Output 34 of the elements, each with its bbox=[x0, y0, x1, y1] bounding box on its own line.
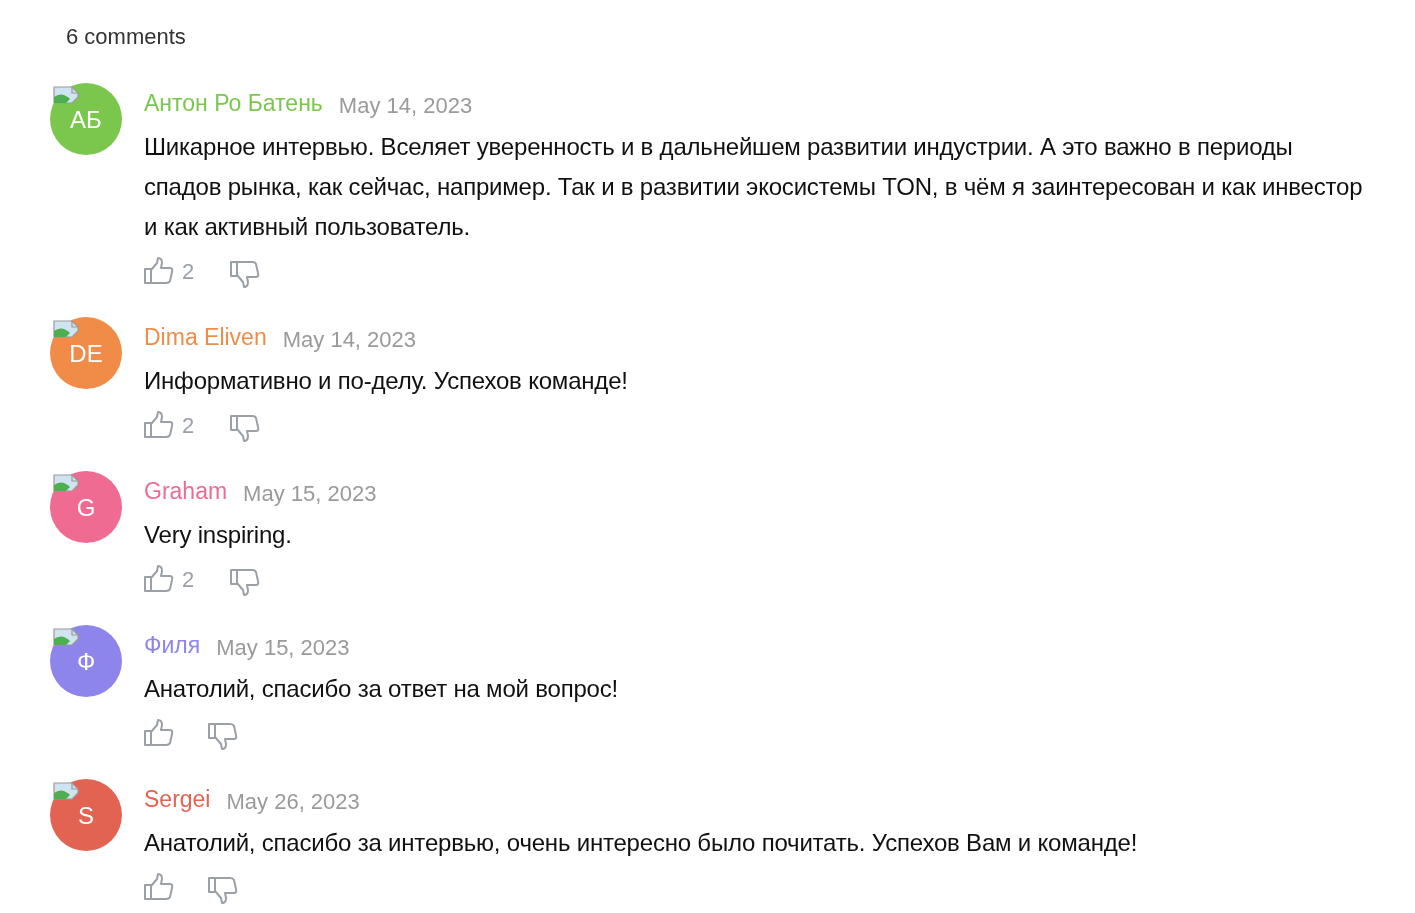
thumbs-up-icon[interactable] bbox=[144, 719, 174, 747]
comments-count: 6 comments bbox=[66, 22, 186, 51]
author-name[interactable]: Антон Ро Батень bbox=[144, 85, 323, 121]
author-name[interactable]: Graham bbox=[144, 473, 228, 509]
thumbs-up-icon[interactable] bbox=[144, 411, 174, 439]
avatar-initials: G bbox=[76, 493, 96, 523]
author-name[interactable]: Dima Eliven bbox=[144, 319, 267, 355]
avatar-initials: АБ bbox=[70, 105, 102, 135]
comment-date: May 14, 2023 bbox=[338, 91, 473, 120]
comment-date: May 15, 2023 bbox=[216, 633, 350, 662]
comment-text: Анатолий, спасибо за ответ на мой вопрос! bbox=[144, 674, 618, 704]
like-count: 2 bbox=[182, 257, 195, 286]
thumbs-down-icon[interactable] bbox=[208, 722, 238, 750]
comment-date: May 26, 2023 bbox=[226, 787, 360, 816]
like-count: 2 bbox=[182, 411, 195, 440]
comment-text: Анатолий, спасибо за интервью, очень интересно было почитать. Успехов Вам и команде! bbox=[144, 828, 1138, 858]
thumbs-down-icon[interactable] bbox=[230, 568, 261, 596]
thumbs-up-icon[interactable] bbox=[144, 257, 174, 285]
avatar-initials: Ф bbox=[76, 647, 96, 677]
avatar-initials: S bbox=[78, 801, 94, 831]
thumbs-down-icon[interactable] bbox=[208, 876, 238, 904]
author-name[interactable]: Филя bbox=[144, 627, 201, 663]
like-count: 2 bbox=[182, 565, 195, 594]
thumbs-up-icon[interactable] bbox=[144, 873, 174, 901]
avatar-initials: DE bbox=[69, 339, 103, 369]
author-name[interactable]: Sergei bbox=[144, 781, 211, 817]
comment-date: May 15, 2023 bbox=[243, 479, 377, 508]
comment-text: Very inspiring. bbox=[144, 520, 293, 550]
comment-text: Шикарное интервью. Вселяет уверенность и в дальнейшем развитии индустрии. А это важно в периоды спадов рынка, как сейчас, например. Так и в развитии экосистемы TON, в чём я заинтересован и как инвестор и как активный пользователь. bbox=[144, 132, 1364, 242]
thumbs-down-icon[interactable] bbox=[230, 414, 261, 442]
comment-text: Информативно и по-делу. Успехов команде! bbox=[144, 366, 628, 396]
thumbs-down-icon[interactable] bbox=[230, 260, 261, 288]
comment-date: May 14, 2023 bbox=[282, 325, 417, 354]
thumbs-up-icon[interactable] bbox=[144, 565, 174, 593]
